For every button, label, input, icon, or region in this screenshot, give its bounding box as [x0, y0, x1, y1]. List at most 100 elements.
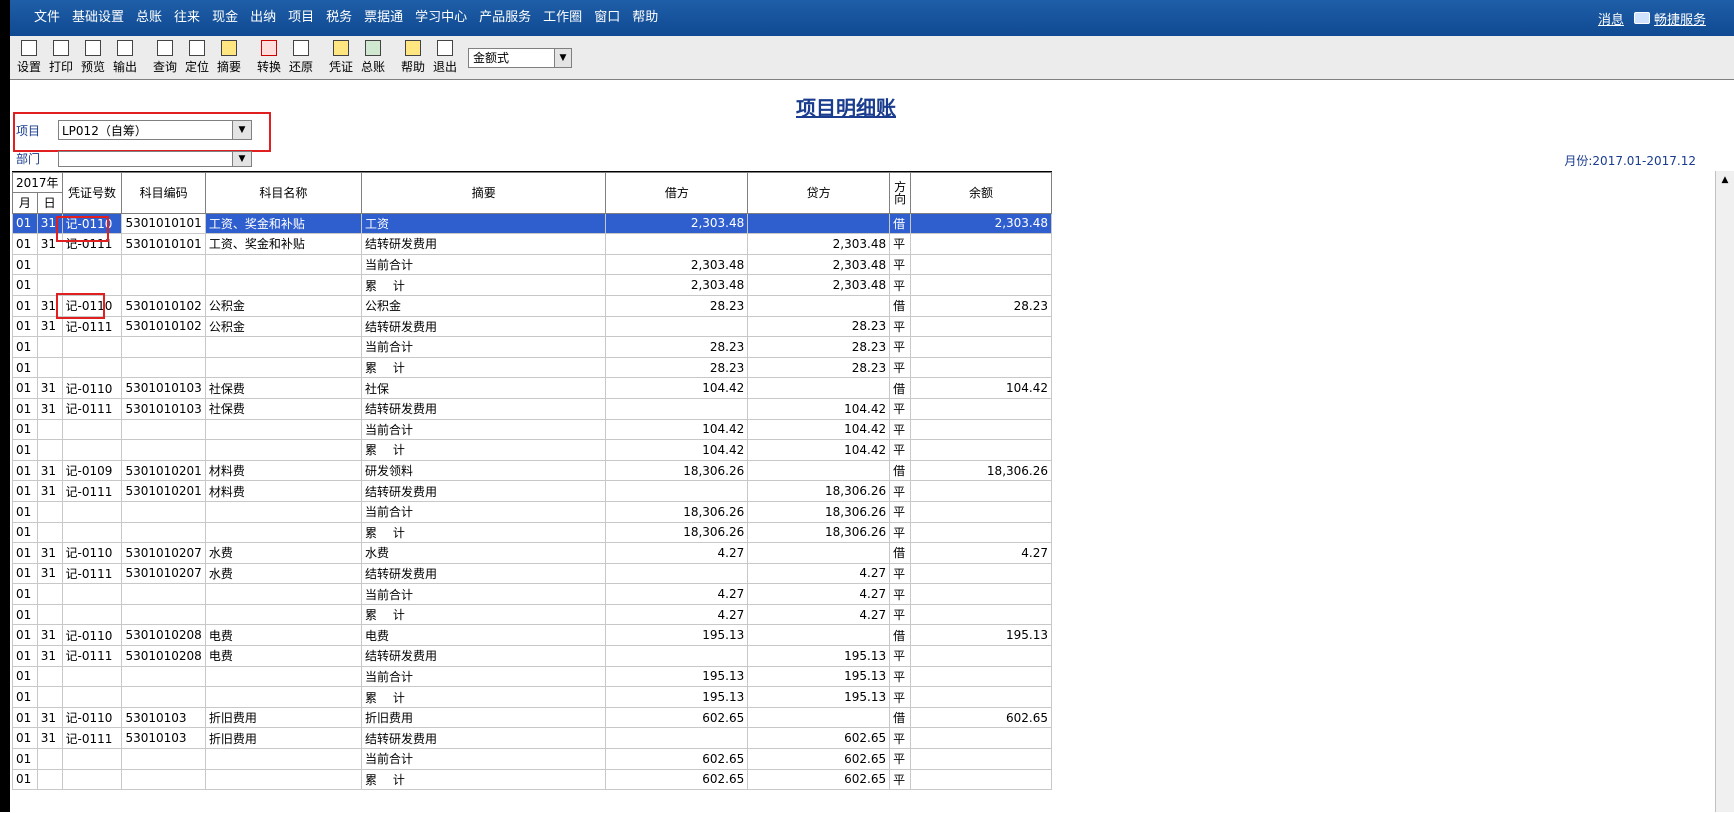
- col-header-summary[interactable]: 摘要: [360, 172, 607, 214]
- menu-item[interactable]: 税务: [320, 0, 358, 36]
- dept-select[interactable]: ▼: [58, 150, 252, 167]
- toolbar-buttons: 设置 打印 预览 输出 查询 定位 摘要 转换 还原 凭证 总账 帮助 退出: [14, 38, 462, 78]
- cell-month: 01: [12, 418, 38, 441]
- table-row[interactable]: 01 当前合计 4.27 4.27 平: [12, 583, 1052, 605]
- table-row[interactable]: 01 31 记-0111 5301010103 社保费 结转研发费用 104.42 平: [12, 397, 1052, 420]
- table-row[interactable]: 01 累 计 2,303.48 2,303.48 平: [12, 274, 1052, 296]
- toolbar-button-label: 转换: [256, 60, 281, 74]
- toolbar-button[interactable]: 输出: [110, 38, 140, 78]
- cell-code: 5301010103: [121, 377, 206, 399]
- table-row[interactable]: 01 当前合计 28.23 28.23 平: [12, 336, 1052, 358]
- toolbar-button[interactable]: 帮助: [398, 38, 428, 78]
- menu-item[interactable]: 项目: [282, 0, 320, 36]
- toolbar-button[interactable]: 总账: [358, 38, 388, 78]
- col-header-balance[interactable]: 余额: [910, 172, 1052, 214]
- cell-month: 01: [12, 459, 38, 482]
- table-row[interactable]: 01 当前合计 2,303.48 2,303.48 平: [12, 253, 1052, 276]
- cell-name: 电费: [204, 624, 363, 647]
- cell-month: 01: [12, 315, 38, 338]
- col-header-voucher[interactable]: 凭证号数: [61, 172, 123, 214]
- menu-item[interactable]: 工作圈: [537, 0, 588, 36]
- toolbar-button[interactable]: 退出: [430, 38, 460, 78]
- cell-balance: [910, 748, 1052, 770]
- toolbar-button[interactable]: 摘要: [214, 38, 244, 78]
- table-row[interactable]: 01 31 记-0111 5301010207 水费 结转研发费用 4.27 平: [12, 562, 1052, 585]
- toolbar-button-label: 打印: [48, 60, 73, 74]
- cell-day: [36, 253, 63, 276]
- table-row[interactable]: 01 31 记-0111 53010103 折旧费用 结转研发费用 602.65 平: [12, 727, 1052, 750]
- menu-item[interactable]: 窗口: [588, 0, 626, 36]
- menu-item[interactable]: 出纳: [244, 0, 282, 36]
- table-row[interactable]: 01 当前合计 104.42 104.42 平: [12, 418, 1052, 441]
- table-row[interactable]: 01 当前合计 18,306.26 18,306.26 平: [12, 500, 1052, 523]
- table-row[interactable]: 01 31 记-0110 5301010207 水费 水费 4.27 借 4.27: [12, 542, 1052, 564]
- cell-day: 31: [36, 459, 63, 482]
- table-row[interactable]: 01 累 计 104.42 104.42 平: [12, 439, 1052, 461]
- table-row[interactable]: 01 累 计 195.13 195.13 平: [12, 686, 1052, 708]
- menu-item[interactable]: 学习中心: [409, 0, 473, 36]
- messages-link[interactable]: 消息: [1598, 9, 1624, 28]
- cell-voucher: 记-0111: [61, 645, 123, 667]
- cell-summary: 公积金: [360, 294, 607, 317]
- cell-debit: 28.23: [605, 336, 749, 358]
- col-header-credit[interactable]: 贷方: [747, 172, 891, 214]
- table-row[interactable]: 01 累 计 18,306.26 18,306.26 平: [12, 521, 1052, 544]
- toolbar-button[interactable]: 凭证: [326, 38, 356, 78]
- menu-item[interactable]: 基础设置: [66, 0, 130, 36]
- table-row[interactable]: 01 31 记-0110 5301010208 电费 电费 195.13 借 195.13: [12, 624, 1052, 647]
- table-row[interactable]: 01 累 计 602.65 602.65 平: [12, 768, 1052, 791]
- cell-debit: 195.13: [605, 624, 749, 647]
- vertical-scrollbar[interactable]: ▲: [1715, 171, 1734, 812]
- cell-balance: [910, 727, 1052, 750]
- table-row[interactable]: 01 31 记-0111 5301010102 公积金 结转研发费用 28.23 平: [12, 315, 1052, 338]
- menu-item[interactable]: 票据通: [358, 0, 409, 36]
- col-header-month[interactable]: 月: [12, 192, 38, 214]
- table-row[interactable]: 01 31 记-0110 5301010102 公积金 公积金 28.23 借 28.23: [12, 294, 1052, 317]
- menu-item[interactable]: 产品服务: [473, 0, 537, 36]
- menu-item[interactable]: 总账: [130, 0, 168, 36]
- cell-day: 31: [36, 397, 63, 420]
- table-row[interactable]: 01 31 记-0111 5301010208 电费 结转研发费用 195.13 平: [12, 645, 1052, 667]
- cell-credit: [747, 212, 891, 235]
- table-row[interactable]: 01 31 记-0111 5301010201 材料费 结转研发费用 18,306.26 平: [12, 480, 1052, 502]
- cell-direction: 平: [889, 397, 912, 420]
- toolbar-button[interactable]: 定位: [182, 38, 212, 78]
- menu-item[interactable]: 往来: [168, 0, 206, 36]
- toolbar-button[interactable]: 设置: [14, 38, 44, 78]
- toolbar-button[interactable]: 打印: [46, 38, 76, 78]
- col-header-direction[interactable]: 方向: [889, 172, 912, 214]
- service-link[interactable]: 畅捷服务: [1633, 9, 1706, 28]
- format-select[interactable]: 金额式 ▼: [468, 47, 572, 68]
- preview-icon: [85, 40, 101, 56]
- toolbar-button[interactable]: 转换: [254, 38, 284, 78]
- table-row[interactable]: 01 31 记-0111 5301010101 工资、奖金和补贴 结转研发费用 2,303.…: [12, 233, 1052, 255]
- cell-debit: 602.65: [605, 706, 749, 729]
- toolbar-button[interactable]: 预览: [78, 38, 108, 78]
- cell-code: 5301010102: [121, 294, 206, 317]
- table-row[interactable]: 01 31 记-0110 5301010103 社保费 社保 104.42 借 104.42: [12, 377, 1052, 399]
- col-header-debit[interactable]: 借方: [605, 172, 749, 214]
- cell-name: [204, 356, 363, 379]
- cell-voucher: [61, 500, 123, 523]
- table-row[interactable]: 01 31 记-0110 53010103 折旧费用 折旧费用 602.65 借 602.65: [12, 706, 1052, 729]
- toolbar-button[interactable]: 还原: [286, 38, 316, 78]
- table-row[interactable]: 01 累 计 28.23 28.23 平: [12, 356, 1052, 379]
- menu-item[interactable]: 帮助: [626, 0, 664, 36]
- cell-code: [121, 583, 206, 605]
- cell-day: 31: [36, 315, 63, 338]
- table-row[interactable]: 01 当前合计 195.13 195.13 平: [12, 665, 1052, 688]
- table-row[interactable]: 01 当前合计 602.65 602.65 平: [12, 748, 1052, 770]
- menu-item[interactable]: 现金: [206, 0, 244, 36]
- col-header-code[interactable]: 科目编码: [121, 172, 206, 214]
- col-header-day[interactable]: 日: [36, 192, 63, 214]
- chat-icon: [1633, 12, 1650, 24]
- toolbar-button[interactable]: 查询: [150, 38, 180, 78]
- table-row[interactable]: 01 31 记-0109 5301010201 材料费 研发领料 18,306.26 借 18,…: [12, 459, 1052, 482]
- menu-item[interactable]: 文件: [28, 0, 66, 36]
- scroll-up-icon[interactable]: ▲: [1716, 171, 1734, 189]
- table-row[interactable]: 01 累 计 4.27 4.27 平: [12, 603, 1052, 626]
- col-header-name[interactable]: 科目名称: [204, 172, 363, 214]
- cell-debit: 4.27: [605, 603, 749, 626]
- table-row[interactable]: 01 31 记-0110 5301010101 工资、奖金和补贴 工资 2,303.48 借 2…: [12, 212, 1052, 235]
- cell-debit: 28.23: [605, 356, 749, 379]
